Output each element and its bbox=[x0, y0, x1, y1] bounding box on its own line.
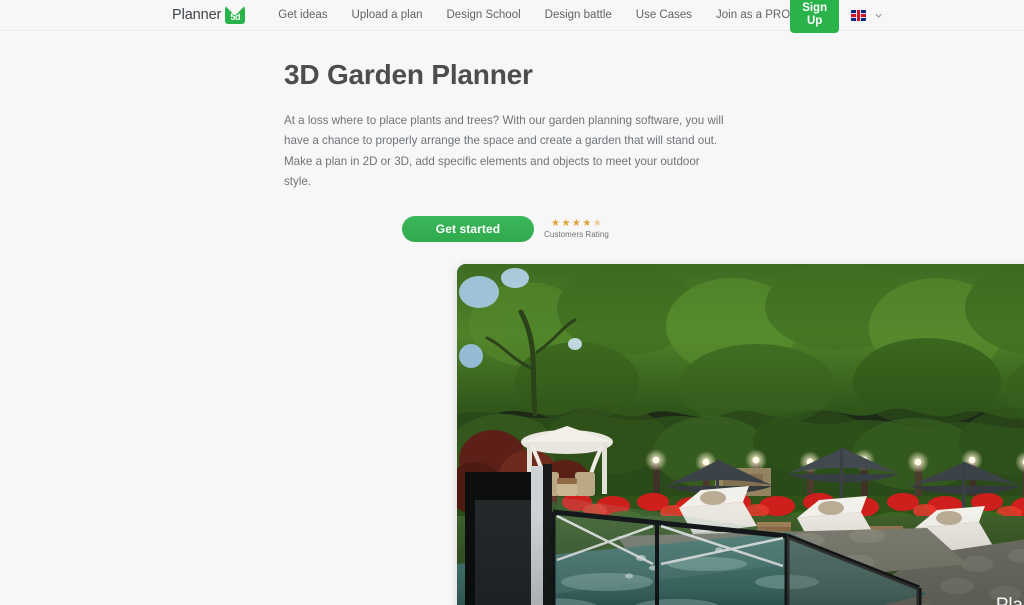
page-description: At a loss where to place plants and tree… bbox=[284, 113, 724, 189]
rating-label: Customers Rating bbox=[544, 230, 609, 240]
main-nav: Get ideas Upload a plan Design School De… bbox=[278, 9, 790, 21]
uk-flag-icon bbox=[851, 9, 867, 21]
star-half-icon: ★ bbox=[592, 218, 602, 230]
nav-item-upload-a-plan[interactable]: Upload a plan bbox=[352, 9, 423, 21]
logo-link[interactable]: Planner 5d bbox=[172, 6, 246, 24]
logo-badge-text: 5d bbox=[230, 12, 241, 22]
header-actions: Sign Up bbox=[790, 0, 1024, 34]
garden-scene-illustration bbox=[457, 263, 1024, 605]
nav-item-design-school[interactable]: Design School bbox=[447, 9, 521, 21]
planner5d-house-logo-icon: 5d bbox=[225, 6, 246, 24]
logo-wordmark: Planner bbox=[172, 7, 222, 23]
cta-row: Get started ★ ★ ★ ★ ★ Customers Rating bbox=[284, 215, 984, 242]
nav-item-design-battle[interactable]: Design battle bbox=[545, 9, 612, 21]
main-content: 3D Garden Planner At a loss where to pla… bbox=[0, 58, 1024, 605]
header-inner: Planner 5d Get ideas Upload a plan Desig… bbox=[0, 0, 1024, 34]
site-header: Planner 5d Get ideas Upload a plan Desig… bbox=[0, 0, 1024, 34]
nav-item-use-cases[interactable]: Use Cases bbox=[636, 9, 692, 21]
star-icon: ★ bbox=[550, 218, 560, 230]
customers-rating: ★ ★ ★ ★ ★ Customers Rating bbox=[544, 218, 609, 240]
page-title: 3D Garden Planner bbox=[284, 59, 533, 90]
star-rating: ★ ★ ★ ★ ★ bbox=[551, 219, 602, 229]
star-icon: ★ bbox=[582, 218, 592, 230]
hero-image-wrap: Planner 5d bbox=[284, 263, 1024, 605]
hero-garden-render[interactable]: Planner 5d bbox=[457, 263, 1024, 605]
star-icon: ★ bbox=[561, 218, 571, 230]
star-icon: ★ bbox=[571, 218, 581, 230]
sign-up-button[interactable]: Sign Up bbox=[790, 0, 840, 34]
nav-item-join-as-a-pro[interactable]: Join as a PRO bbox=[716, 9, 790, 21]
chevron-down-icon bbox=[875, 13, 882, 17]
nav-item-get-ideas[interactable]: Get ideas bbox=[278, 9, 327, 21]
language-selector[interactable] bbox=[851, 9, 883, 21]
get-started-button[interactable]: Get started bbox=[402, 215, 534, 242]
